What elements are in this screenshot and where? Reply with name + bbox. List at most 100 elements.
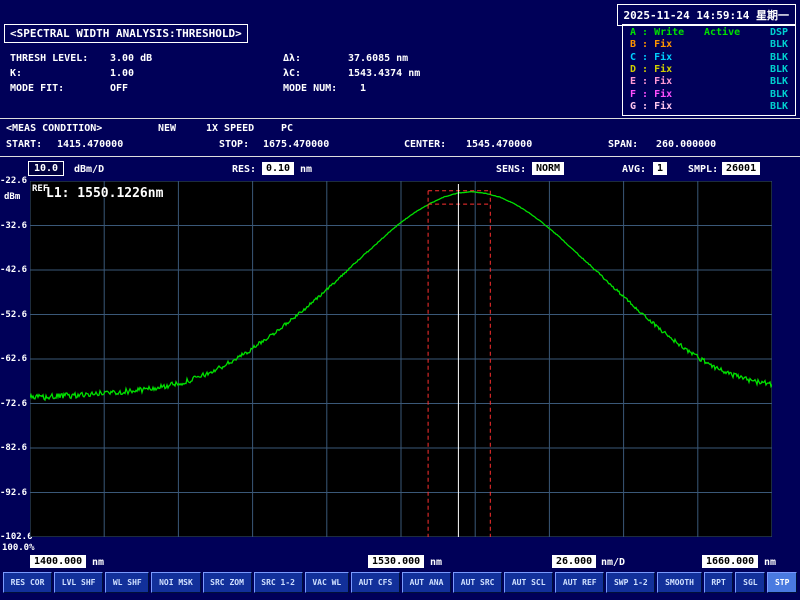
softkey-wl-shf[interactable]: WL SHF [105,572,149,593]
start-label: START: [6,139,42,150]
softkey-aut-cfs[interactable]: AUT CFS [351,572,400,593]
plot-area [30,181,772,537]
softkey-aut-ref[interactable]: AUT REF [555,572,604,593]
thresh-level-value: 3.00 dB [110,53,152,64]
thresh-level-label: THRESH LEVEL: [10,53,88,64]
trace-display-status: BLK [770,52,788,64]
trace-row-c[interactable]: C : Fix BLK [630,52,788,64]
delta-lambda-label: Δλ: [283,53,301,64]
trace-active-flag [704,89,756,101]
softkey-lvl-shf[interactable]: LVL SHF [54,572,103,593]
res-label: RES: [232,164,256,175]
trace-active-flag [704,52,756,64]
softkey-aut-src[interactable]: AUT SRC [453,572,502,593]
softkey-noi-msk[interactable]: NOI MSK [151,572,200,593]
y-tick-label: -52.6 [0,310,27,320]
x-axis-start-field[interactable]: 1400.000 [30,555,86,568]
softkey-res-cor[interactable]: RES COR [3,572,52,593]
x-axis-stop-field[interactable]: 1660.000 [702,555,758,568]
trace-name-mode: E : Fix [630,76,704,88]
lambda-c-value: 1543.4374 nm [348,68,420,79]
trace-name-mode: B : Fix [630,39,704,51]
trace-active-flag [704,39,756,51]
y-tick-label: -42.6 [0,265,27,275]
x-axis-scale-field[interactable]: 26.000 [552,555,596,568]
softkey-aut-ana[interactable]: AUT ANA [402,572,451,593]
x-axis-scale-unit: nm/D [601,557,625,568]
y-tick-label: -102.6 [0,532,27,542]
y-tick-label: -92.6 [0,488,27,498]
softkey-bar: RES CORLVL SHFWL SHFNOI MSKSRC ZOMSRC 1-… [0,569,800,595]
separator-line-mid [0,156,800,157]
smpl-field[interactable]: 26001 [722,162,760,175]
mode-fit-value: OFF [110,83,128,94]
osa-screen: 2025-11-24 14:59:14 星期一 <SPECTRAL WIDTH … [0,0,800,600]
y-tick-label: -32.6 [0,221,27,231]
meas-pc-value: PC [281,123,293,134]
y-tick-label: -72.6 [0,399,27,409]
span-label: SPAN: [608,139,638,150]
trace-row-e[interactable]: E : Fix BLK [630,76,788,88]
x-axis-start-unit: nm [92,557,104,568]
trace-row-d[interactable]: D : Fix BLK [630,64,788,76]
trace-row-f[interactable]: F : Fix BLK [630,89,788,101]
trace-row-a[interactable]: A : WriteActive DSP [630,27,788,39]
trace-name-mode: C : Fix [630,52,704,64]
y-axis-unit-label: dBm [4,192,20,202]
center-value: 1545.470000 [466,139,532,150]
k-value: 1.00 [110,68,134,79]
x-axis-center-field[interactable]: 1530.000 [368,555,424,568]
trace-name-mode: D : Fix [630,64,704,76]
datetime-display: 2025-11-24 14:59:14 星期一 [617,4,796,26]
softkey-sgl[interactable]: SGL [735,572,765,593]
x-axis-center-unit: nm [430,557,442,568]
trace-row-g[interactable]: G : FixBLK [630,101,788,113]
sens-field[interactable]: NORM [532,162,564,175]
start-value: 1415.470000 [57,139,123,150]
trace-display-status: DSP [770,27,788,39]
softkey-vac-wl[interactable]: VAC WL [305,572,349,593]
delta-lambda-value: 37.6085 nm [348,53,408,64]
stop-value: 1675.470000 [263,139,329,150]
meas-condition-label: <MEAS CONDITION> [6,123,102,134]
y-tick-label: -62.6 [0,354,27,364]
y-tick-label: -22.6 [0,176,27,186]
stop-label: STOP: [219,139,249,150]
softkey-src-1-2[interactable]: SRC 1-2 [254,572,303,593]
marker-l1-readout: L1: 1550.1226nm [46,186,163,201]
level-scale-unit: dBm/D [74,164,104,175]
mode-num-value: 1 [360,83,366,94]
trace-display-status: BLK [770,76,788,88]
avg-field[interactable]: 1 [653,162,667,175]
x-axis-stop-unit: nm [764,557,776,568]
trace-active-flag [704,101,756,113]
trace-name-mode: F : Fix [630,89,704,101]
res-unit: nm [300,164,312,175]
sens-label: SENS: [496,164,526,175]
softkey-src-zom[interactable]: SRC ZOM [203,572,252,593]
trace-display-status: BLK [770,39,788,51]
spectrum-plot [30,181,772,537]
center-label: CENTER: [404,139,446,150]
lambda-c-label: λC: [283,68,301,79]
softkey-smooth[interactable]: SMOOTH [657,572,701,593]
softkey-swp-1-2[interactable]: SWP 1-2 [606,572,655,593]
softkey-rpt[interactable]: RPT [704,572,734,593]
avg-label: AVG: [622,164,646,175]
trace-status-panel: A : WriteActiveDSPB : FixBLKC : FixBLKD … [622,24,796,116]
analysis-mode-title: <SPECTRAL WIDTH ANALYSIS:THRESHOLD> [4,24,248,43]
res-field[interactable]: 0.10 [262,162,294,175]
trace-display-status: BLK [770,89,788,101]
k-label: K: [10,68,22,79]
trace-active-flag: Active [704,27,756,39]
trace-name-mode: A : Write [630,27,704,39]
span-percent-label: 100.0% [2,543,35,553]
trace-display-status: BLK [770,64,788,76]
softkey-aut-scl[interactable]: AUT SCL [504,572,553,593]
trace-active-flag [704,76,756,88]
softkey-stp[interactable]: STP [767,572,797,593]
trace-active-flag [704,64,756,76]
meas-mode-value: NEW [158,123,176,134]
trace-row-b[interactable]: B : Fix BLK [630,39,788,51]
level-scale-field[interactable]: 10.0 [28,161,64,176]
